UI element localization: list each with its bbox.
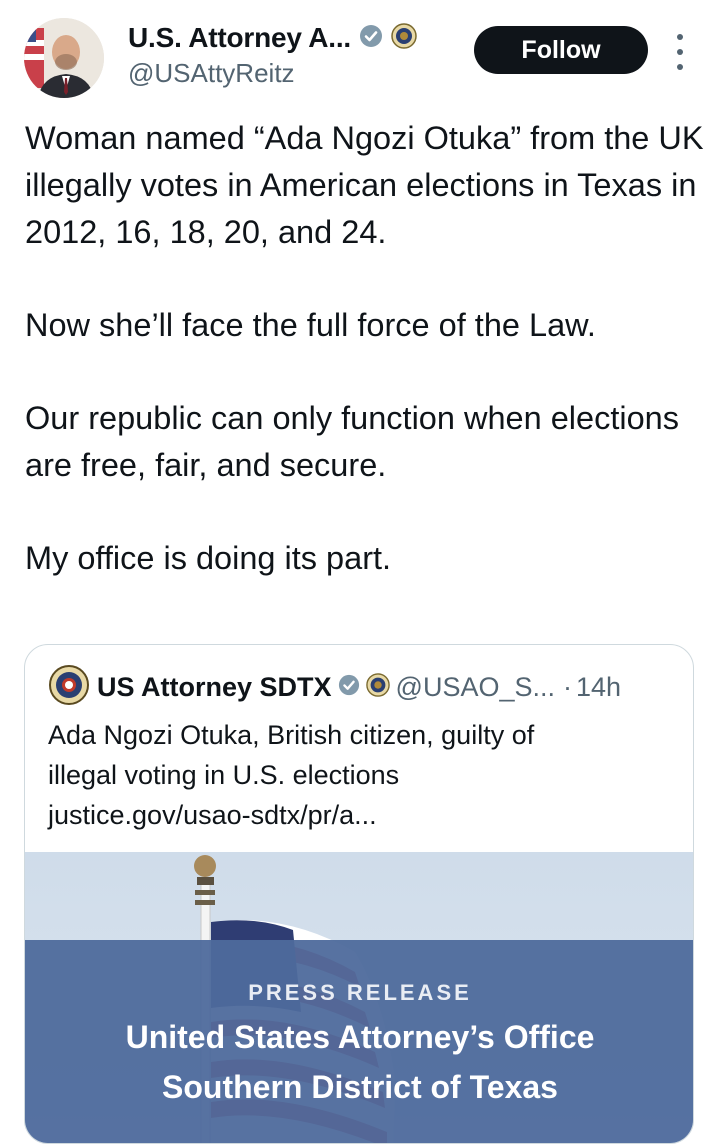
quoted-avatar[interactable]	[49, 664, 89, 710]
press-release-title: United States Attorney’s Office Southern…	[25, 1012, 693, 1112]
press-release-title-line: Southern District of Texas	[162, 1069, 558, 1105]
quoted-timestamp[interactable]: 14h	[576, 672, 621, 703]
quoted-tweet-text: Ada Ngozi Otuka, British citizen, guilty…	[48, 715, 668, 835]
more-options-icon[interactable]	[670, 34, 690, 70]
author-handle[interactable]: @USAttyReitz	[128, 58, 417, 89]
quoted-handle[interactable]: @USAO_S...	[396, 672, 555, 703]
follow-button[interactable]: Follow	[474, 26, 648, 74]
quoted-text-line: illegal voting in U.S. elections	[48, 760, 400, 790]
doj-seal-icon	[391, 22, 417, 54]
quoted-display-name[interactable]: US Attorney SDTX	[97, 672, 332, 703]
tweet-paragraph: Now she’ll face the full force of the La…	[25, 307, 596, 343]
tweet-paragraph: Our republic can only function when elec…	[25, 400, 679, 483]
separator-dot: ·	[563, 671, 572, 702]
author-avatar[interactable]	[24, 18, 104, 98]
verified-badge-icon	[359, 24, 383, 53]
press-release-title-line: United States Attorney’s Office	[125, 1019, 595, 1055]
author-display-name[interactable]: U.S. Attorney A...	[128, 22, 351, 54]
tweet-body: Woman named “Ada Ngozi Otuka” from the U…	[25, 115, 705, 628]
press-release-label: PRESS RELEASE	[248, 980, 472, 1005]
doj-seal-icon	[365, 672, 390, 702]
quoted-tweet-header: US Attorney SDTX @USAO_S... · 14h	[49, 664, 621, 710]
author-names: U.S. Attorney A... @USAttyReitz	[128, 20, 417, 89]
tweet-paragraph: Woman named “Ada Ngozi Otuka” from the U…	[25, 120, 704, 250]
tweet-paragraph: My office is doing its part.	[25, 540, 392, 576]
verified-badge-icon	[338, 674, 360, 701]
tweet-header: U.S. Attorney A... @USAttyReitz Follow	[0, 0, 720, 110]
quoted-link[interactable]: justice.gov/usao-sdtx/pr/a...	[48, 795, 668, 835]
quoted-text-line: Ada Ngozi Otuka, British citizen, guilty…	[48, 720, 535, 750]
quoted-media-image[interactable]: PRESS RELEASE United States Attorney’s O…	[25, 852, 693, 1143]
quoted-tweet[interactable]: US Attorney SDTX @USAO_S... · 14h Ada Ng…	[24, 644, 694, 1144]
